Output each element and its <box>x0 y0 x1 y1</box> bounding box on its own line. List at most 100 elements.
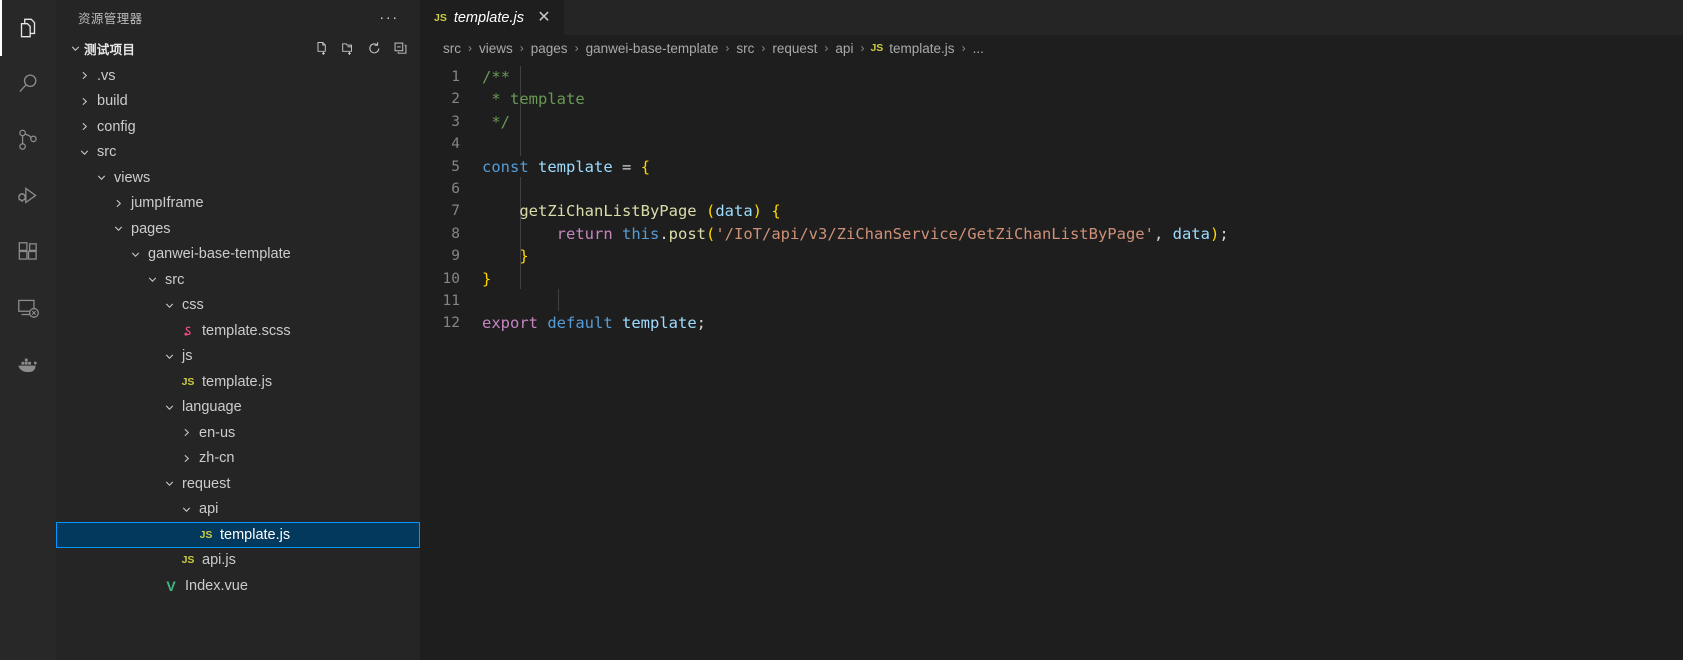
line-number: 6 <box>420 178 482 200</box>
indent-guide <box>520 66 521 156</box>
js-file-icon: JS <box>870 42 888 54</box>
tree-folder-row[interactable]: pages <box>56 216 420 242</box>
editor-area: JS template.js ✕ src›views›pages›ganwei-… <box>420 0 1683 660</box>
activity-item-run-and-debug[interactable] <box>0 168 56 224</box>
breadcrumb-item[interactable]: ... <box>972 41 985 56</box>
tree-item-label: request <box>178 476 230 492</box>
tree-folder-row[interactable]: config <box>56 114 420 140</box>
tree-folder-row[interactable]: views <box>56 165 420 191</box>
activity-item-explorer[interactable] <box>0 0 56 56</box>
line-number: 10 <box>420 268 482 290</box>
tree-folder-row[interactable]: .vs <box>56 63 420 89</box>
chevron-right-icon[interactable] <box>76 69 93 82</box>
code-text[interactable]: } <box>482 245 529 267</box>
code-text[interactable] <box>482 178 491 200</box>
chevron-right-icon[interactable] <box>76 120 93 133</box>
tree-item-label: template.js <box>198 374 272 390</box>
close-icon[interactable]: ✕ <box>535 9 553 27</box>
code-text[interactable] <box>482 133 491 155</box>
breadcrumb-item[interactable]: src <box>735 41 755 56</box>
activity-item-extensions[interactable] <box>0 224 56 280</box>
code-text[interactable]: getZiChanListByPage (data) { <box>482 200 781 222</box>
tree-folder-row[interactable]: build <box>56 89 420 115</box>
chevron-down-icon[interactable] <box>76 146 93 159</box>
tree-folder-row[interactable]: zh-cn <box>56 446 420 472</box>
js-file-icon: JS <box>434 12 447 24</box>
activity-item-docker[interactable] <box>0 336 56 392</box>
chevron-right-icon[interactable] <box>110 197 127 210</box>
chevron-down-icon[interactable] <box>161 401 178 414</box>
code-line: 10} <box>420 268 1683 290</box>
breadcrumb-separator: › <box>956 41 972 55</box>
code-text[interactable]: */ <box>482 111 510 133</box>
tree-folder-row[interactable]: ganwei-base-template <box>56 242 420 268</box>
tree-folder-row[interactable]: jumpIframe <box>56 191 420 217</box>
tree-item-label: language <box>178 399 242 415</box>
breadcrumb: src›views›pages›ganwei-base-template›src… <box>420 35 1683 61</box>
breadcrumb-item[interactable]: pages <box>530 41 569 56</box>
code-text[interactable] <box>482 290 491 312</box>
chevron-down-icon[interactable] <box>93 171 110 184</box>
sidebar-more-actions-icon[interactable]: ··· <box>376 5 402 31</box>
tree-folder-row[interactable]: src <box>56 140 420 166</box>
code-text[interactable]: return this.post('/IoT/api/v3/ZiChanServ… <box>482 223 1229 245</box>
chevron-down-icon[interactable] <box>178 503 195 516</box>
tree-folder-row[interactable]: request <box>56 471 420 497</box>
chevron-right-icon[interactable] <box>76 95 93 108</box>
chevron-right-icon[interactable] <box>178 426 195 439</box>
breadcrumb-separator: › <box>462 41 478 55</box>
chevron-right-icon[interactable] <box>178 452 195 465</box>
tree-folder-row[interactable]: src <box>56 267 420 293</box>
tree-file-row[interactable]: JStemplate.js <box>56 369 420 395</box>
breadcrumb-item[interactable]: request <box>771 41 818 56</box>
chevron-down-icon[interactable] <box>144 273 161 286</box>
code-line: 11 <box>420 290 1683 312</box>
indent-guide <box>558 289 559 311</box>
line-number: 7 <box>420 200 482 222</box>
explorer-section-header[interactable]: 测试项目 <box>56 35 420 62</box>
tree-file-row[interactable]: JSapi.js <box>56 548 420 574</box>
activity-item-source-control[interactable] <box>0 112 56 168</box>
editor-tab-template-js[interactable]: JS template.js ✕ <box>420 0 565 35</box>
tree-item-label: config <box>93 119 136 135</box>
chevron-down-icon[interactable] <box>110 222 127 235</box>
code-text[interactable]: * template <box>482 88 585 110</box>
remote-explorer-icon <box>15 295 41 321</box>
breadcrumb-item[interactable]: views <box>478 41 514 56</box>
tree-folder-row[interactable]: css <box>56 293 420 319</box>
tree-item-label: build <box>93 93 128 109</box>
code-text[interactable]: } <box>482 268 491 290</box>
chevron-down-icon[interactable] <box>161 299 178 312</box>
code-text[interactable]: /** <box>482 66 510 88</box>
activity-item-remote-explorer[interactable] <box>0 280 56 336</box>
tree-item-label: js <box>178 348 192 364</box>
refresh-icon[interactable] <box>366 41 382 57</box>
breadcrumb-item[interactable]: ganwei-base-template <box>585 41 720 56</box>
code-text[interactable]: export default template; <box>482 312 706 334</box>
code-editor[interactable]: 1/**2 * template3 */4 5const template = … <box>420 61 1683 660</box>
code-line: 2 * template <box>420 88 1683 110</box>
tree-folder-row[interactable]: js <box>56 344 420 370</box>
tree-item-label: api <box>195 501 218 517</box>
collapse-all-icon[interactable] <box>392 41 408 57</box>
new-file-icon[interactable] <box>314 41 330 57</box>
sidebar-title-bar: 资源管理器 ··· <box>56 0 420 35</box>
chevron-down-icon[interactable] <box>161 350 178 363</box>
tree-file-row[interactable]: JStemplate.js <box>56 522 420 548</box>
tree-folder-row[interactable]: language <box>56 395 420 421</box>
tree-file-row[interactable]: template.scss <box>56 318 420 344</box>
code-text[interactable]: const template = { <box>482 156 650 178</box>
breadcrumb-item[interactable]: src <box>442 41 462 56</box>
tree-folder-row[interactable]: en-us <box>56 420 420 446</box>
activity-item-search[interactable] <box>0 56 56 112</box>
docker-icon <box>15 351 41 377</box>
chevron-down-icon[interactable] <box>127 248 144 261</box>
chevron-down-icon[interactable] <box>161 477 178 490</box>
code-line: 4 <box>420 133 1683 155</box>
new-folder-icon[interactable] <box>340 41 356 57</box>
files-icon <box>15 15 41 41</box>
breadcrumb-item[interactable]: template.js <box>888 41 955 56</box>
tree-folder-row[interactable]: api <box>56 497 420 523</box>
breadcrumb-item[interactable]: api <box>834 41 854 56</box>
tree-file-row[interactable]: VIndex.vue <box>56 573 420 599</box>
